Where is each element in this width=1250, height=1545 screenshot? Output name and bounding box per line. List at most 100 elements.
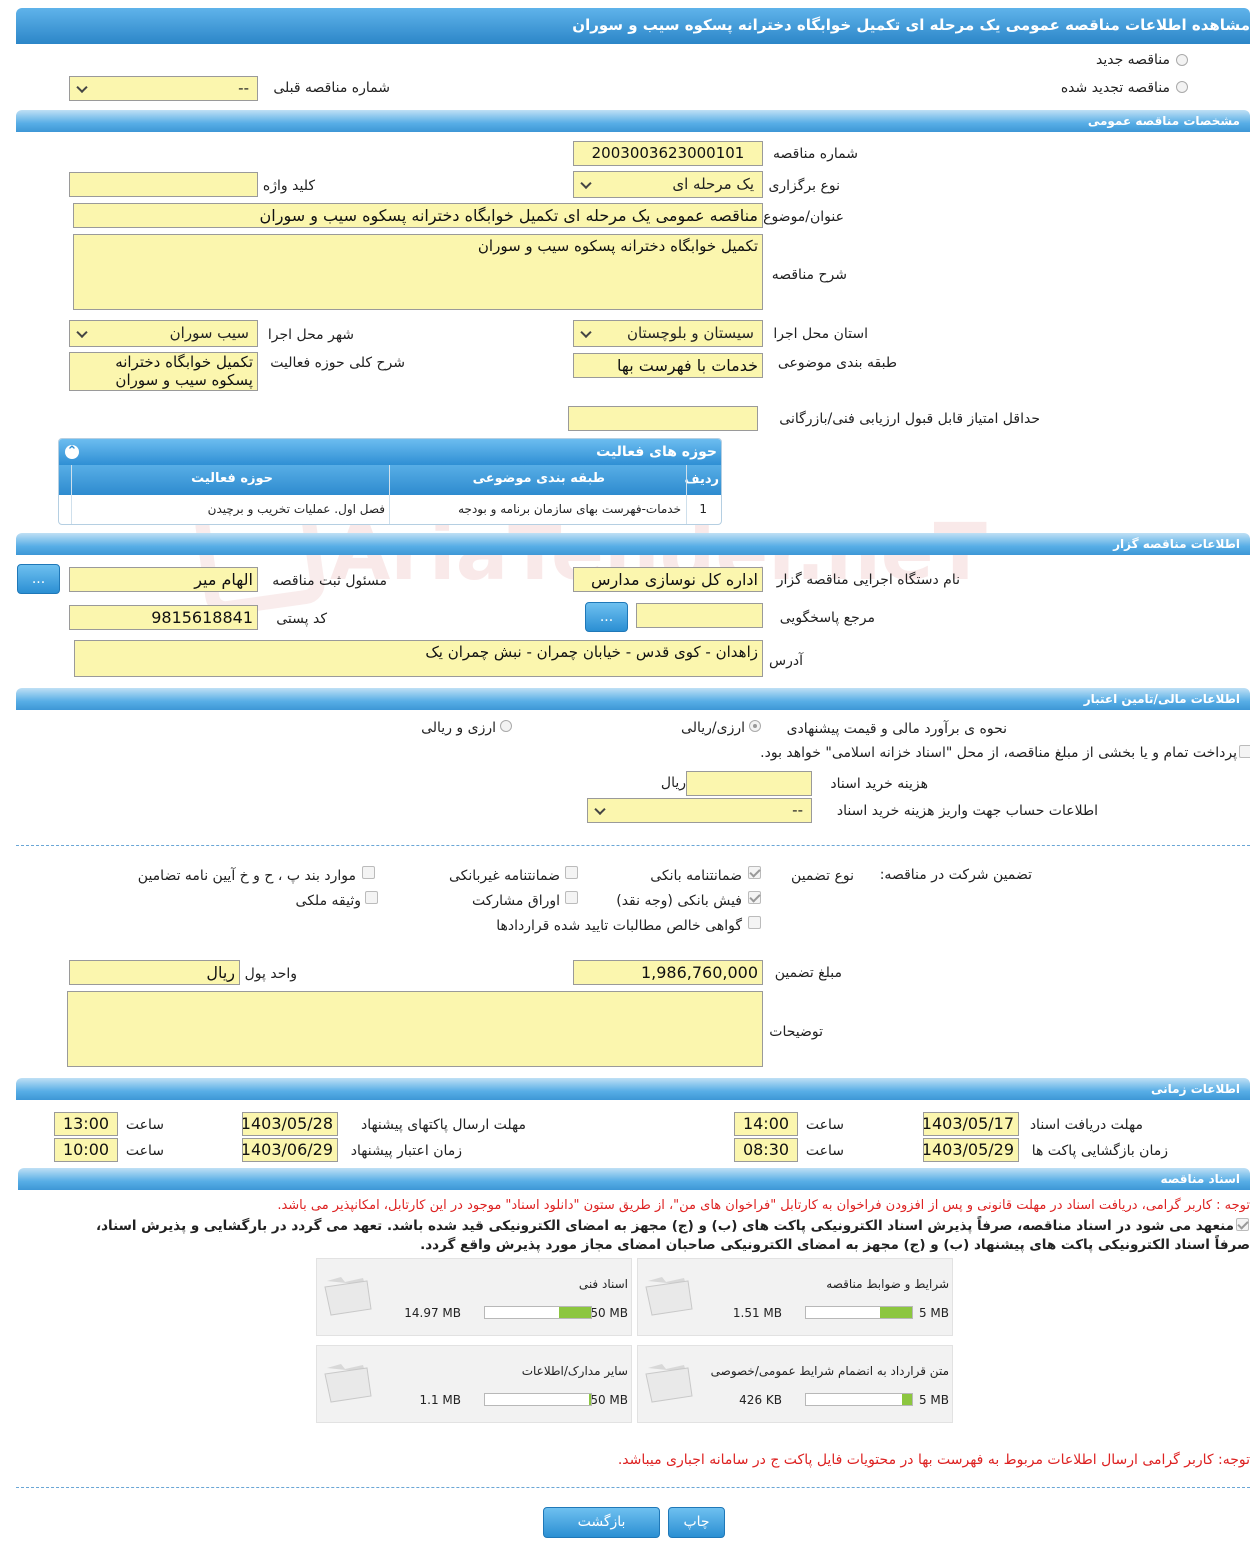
documents-notice: توجه : کاربر گرامی، دریافت اسناد در مهلت… (277, 1198, 1250, 1213)
org-field[interactable]: اداره کل نوسازی مدارس (573, 567, 763, 592)
treasury-checkbox[interactable] (1239, 745, 1250, 758)
validity-date[interactable]: 1403/06/29 (242, 1138, 338, 1162)
account-label: اطلاعات حساب جهت واریز هزینه خرید اسناد (836, 803, 1098, 819)
doc-size-fill (588, 1394, 591, 1405)
cash-receipt-checkbox[interactable] (748, 891, 761, 904)
property-bond-label: وثیقه ملکی (295, 893, 361, 909)
section-documents: اسناد مناقصه (18, 1168, 1250, 1190)
category-label: طبقه بندی موضوعی (777, 355, 897, 371)
responsible-more-button[interactable]: ... (17, 564, 60, 594)
activity-desc-label: شرح کلی حوزه فعالیت (270, 355, 405, 371)
opening-date[interactable]: 1403/05/29 (923, 1138, 1019, 1162)
notes-field[interactable] (67, 991, 763, 1067)
chevron-down-icon (580, 326, 592, 338)
amount-label: مبلغ تضمین (774, 965, 842, 981)
prev-tender-label: شماره مناقصه قبلی (273, 80, 390, 96)
doc-cost-label: هزینه خرید اسناد (830, 776, 928, 792)
nonbank-guarantee-checkbox[interactable] (565, 866, 578, 879)
doc-max-size: 5 MB (918, 1393, 949, 1407)
province-select[interactable]: سیستان و بلوچستان (573, 320, 763, 347)
responsible-field[interactable]: الهام میر (69, 567, 258, 592)
prev-tender-select[interactable]: -- (69, 76, 258, 101)
estimate-rial-radio[interactable] (749, 720, 761, 732)
page-title: مشاهده اطلاعات مناقصه عمومی یک مرحله ای … (572, 16, 1250, 34)
doc-tile[interactable]: شرایط و ضوابط مناقصه 5 MB 1.51 MB (637, 1258, 953, 1336)
org-label: نام دستگاه اجرایی مناقصه گزار (776, 572, 960, 588)
city-select[interactable]: سیب سوران (69, 320, 258, 347)
cell-activity: فصل اول. عملیات تخریب و برچیدن (207, 502, 385, 516)
bank-guarantee-checkbox[interactable] (748, 866, 761, 879)
doc-title: اسناد فنی (578, 1277, 628, 1291)
print-button[interactable]: چاپ (668, 1507, 725, 1538)
holding-type-value: یک مرحله ای (672, 175, 754, 193)
estimate-rial-label: ارزی/ریالی (681, 720, 745, 736)
doc-cost-unit: ریال (660, 775, 686, 791)
doc-title: شرایط و ضوابط مناقصه (826, 1277, 949, 1291)
cell-category: خدمات-فهرست بهای سازمان برنامه و بودجه (458, 502, 681, 516)
new-tender-radio[interactable] (1176, 54, 1188, 66)
doc-tile[interactable]: اسناد فنی 50 MB 14.97 MB (316, 1258, 632, 1336)
doc-size-fill (902, 1394, 912, 1405)
province-label: استان محل اجرا (773, 326, 868, 342)
doc-tile[interactable]: سایر مدارک/اطلاعات 50 MB 1.1 MB (316, 1345, 632, 1423)
pledge-checkbox[interactable] (1236, 1218, 1249, 1231)
keyword-field[interactable] (69, 172, 258, 197)
section-finance-title: اطلاعات مالی/تامین اعتبار (1083, 692, 1240, 706)
bylaw-checkbox[interactable] (362, 866, 375, 879)
doc-tile[interactable]: متن قرارداد به انضمام شرایط عمومی/خصوصی … (637, 1345, 953, 1423)
activity-desc-field[interactable]: تکمیل خوابگاه دخترانه پسکوه سیب و سوران (69, 352, 258, 391)
doc-size-fill (880, 1307, 912, 1318)
doc-cost-field[interactable] (686, 771, 812, 796)
holding-type-label: نوع برگزاری (768, 178, 840, 194)
keyword-label: کلید واژه (262, 178, 315, 194)
renewed-tender-radio[interactable] (1176, 81, 1188, 93)
opening-time[interactable]: 08:30 (734, 1138, 798, 1162)
participation-bonds-checkbox[interactable] (565, 891, 578, 904)
submit-deadline-date[interactable]: 1403/05/28 (242, 1112, 338, 1136)
holding-type-select[interactable]: یک مرحله ای (573, 171, 763, 198)
postal-field[interactable]: 9815618841 (69, 605, 258, 630)
activities-panel-header: حوزه های فعالیت ⌃ (59, 439, 721, 465)
divider (16, 1487, 1250, 1488)
postal-label: کد پستی (276, 611, 327, 627)
account-select[interactable]: -- (587, 798, 812, 823)
reference-more-button[interactable]: ... (585, 602, 628, 632)
guarantee-label: تضمین شرکت در مناقصه: (879, 867, 1032, 883)
tender-no-field[interactable]: 2003003623000101 (573, 141, 763, 166)
folder-icon (645, 1277, 693, 1316)
reference-field[interactable] (636, 603, 763, 628)
doc-size-bar (484, 1306, 592, 1319)
doc-title: متن قرارداد به انضمام شرایط عمومی/خصوصی (710, 1364, 949, 1378)
doc-used-size: 426 KB (739, 1393, 782, 1407)
section-timing-title: اطلاعات زمانی (1151, 1082, 1240, 1096)
section-timing: اطلاعات زمانی (16, 1078, 1250, 1100)
doc-max-size: 50 MB (590, 1306, 628, 1320)
description-field[interactable]: تکمیل خوابگاه دخترانه پسکوه سیب و سوران (73, 234, 763, 310)
folder-icon (324, 1277, 372, 1316)
pledge-line1: منعهد می شود در اسناد مناقصه، صرفاً پذیر… (95, 1218, 1234, 1234)
category-field[interactable]: خدمات با فهرست بها (573, 353, 763, 378)
section-organizer-title: اطلاعات مناقصه گزار (1113, 537, 1240, 551)
section-organizer: اطلاعات مناقصه گزار (16, 533, 1250, 555)
doc-size-bar (805, 1306, 913, 1319)
min-score-field[interactable] (568, 406, 758, 431)
bank-guarantee-label: ضمانتنامه بانکی (650, 868, 742, 884)
estimate-fx-radio[interactable] (500, 720, 512, 732)
collapse-icon[interactable]: ⌃ (65, 445, 79, 459)
subject-field[interactable]: مناقصه عمومی یک مرحله ای تکمیل خوابگاه د… (73, 203, 763, 228)
validity-time[interactable]: 10:00 (54, 1138, 118, 1162)
new-tender-label: مناقصه جدید (1095, 52, 1170, 68)
property-bond-checkbox[interactable] (365, 891, 378, 904)
doc-deadline-time[interactable]: 14:00 (734, 1112, 798, 1136)
doc-max-size: 50 MB (590, 1393, 628, 1407)
submit-deadline-time[interactable]: 13:00 (54, 1112, 118, 1136)
cell-row-no: 1 (699, 502, 707, 516)
currency-field[interactable]: ریال (69, 960, 240, 985)
amount-field[interactable]: 1,986,760,000 (573, 960, 763, 985)
folder-icon (645, 1364, 693, 1403)
back-button[interactable]: بازگشت (543, 1507, 660, 1538)
opening-label: زمان بازگشایی پاکت ها (1031, 1143, 1168, 1159)
address-field[interactable]: زاهدان - کوی قدس - خیابان چمران - نبش چم… (74, 640, 763, 677)
doc-deadline-date[interactable]: 1403/05/17 (923, 1112, 1019, 1136)
claims-certificate-checkbox[interactable] (748, 916, 761, 929)
